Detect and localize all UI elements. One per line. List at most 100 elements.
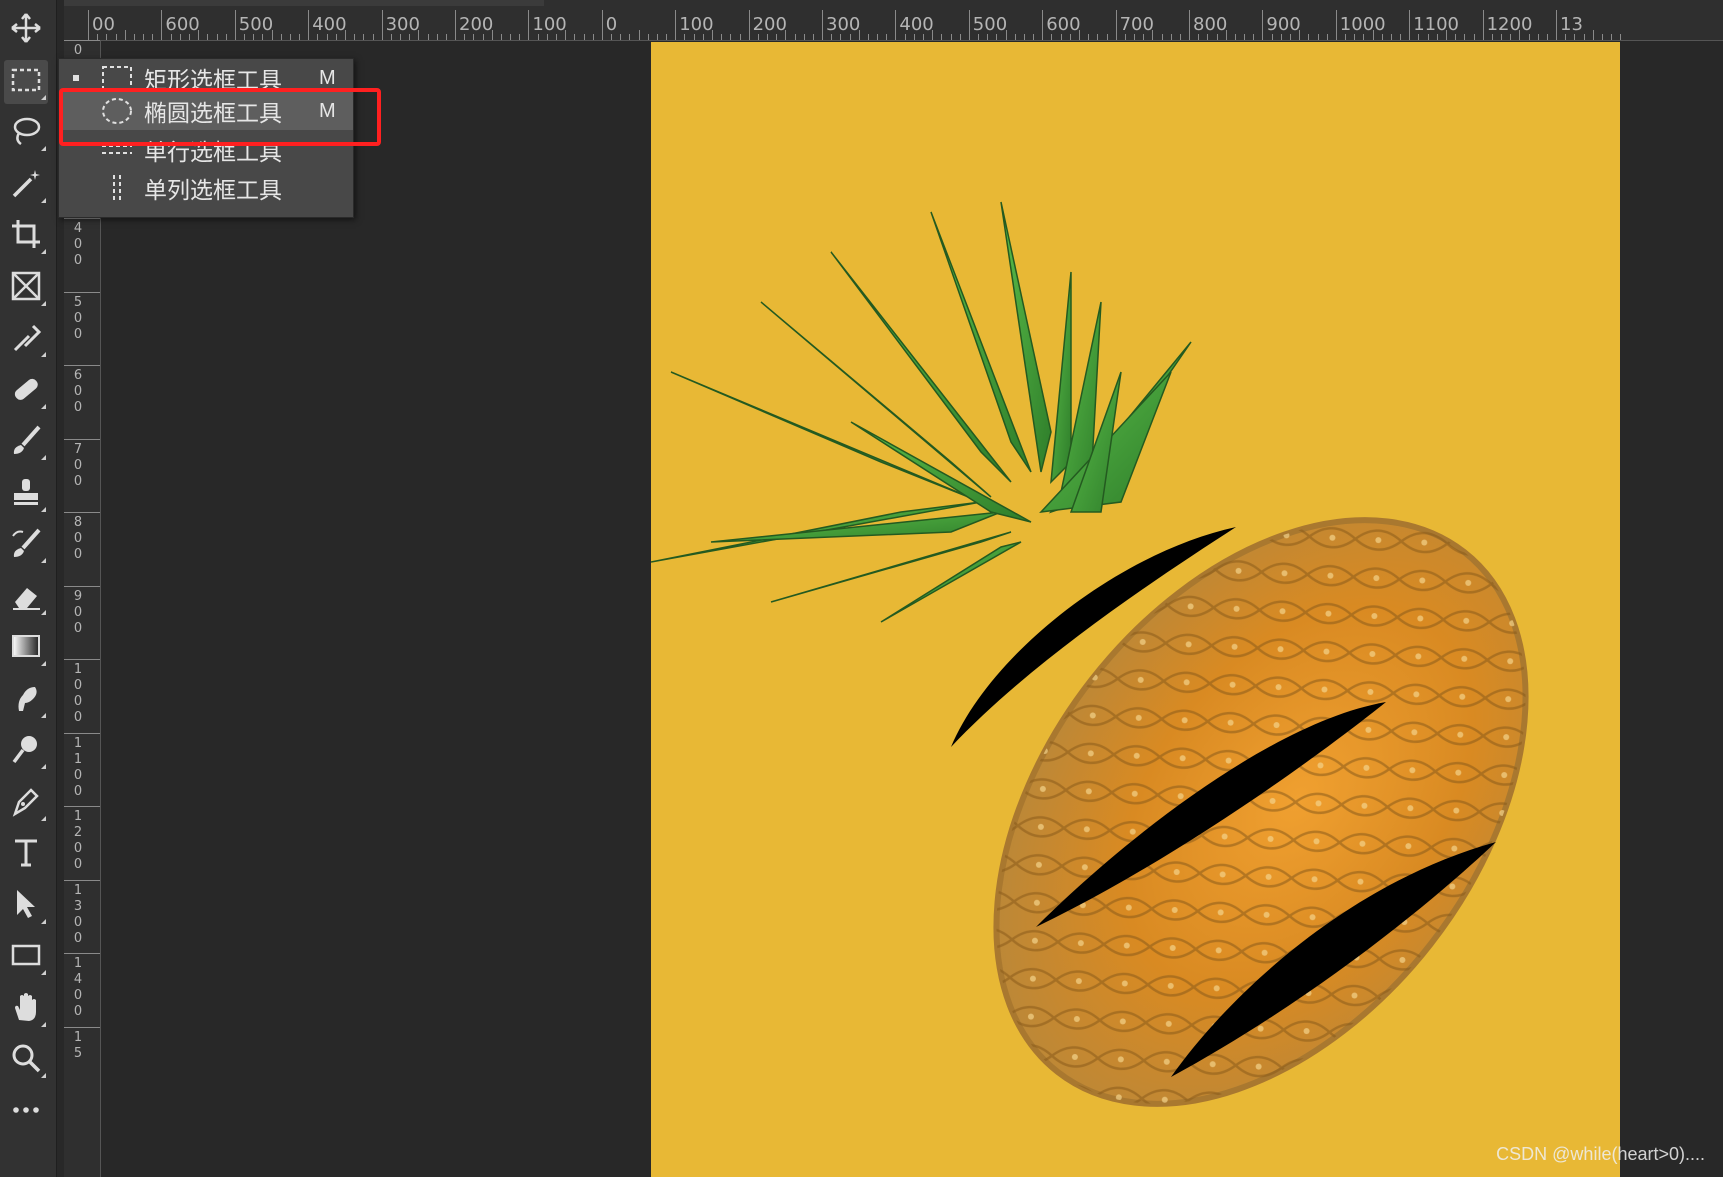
lasso-icon — [9, 114, 43, 152]
ruler-minor-tick — [757, 34, 759, 40]
ruler-tick — [64, 659, 100, 660]
ruler-minor-tick — [1216, 34, 1218, 40]
ruler-minor-tick — [1097, 34, 1099, 40]
ruler-minor-tick — [409, 34, 411, 40]
ruler-minor-tick — [1602, 34, 1603, 40]
brush-tool[interactable] — [4, 420, 48, 464]
ruler-minor-tick — [473, 34, 475, 40]
ruler-minor-tick — [179, 34, 181, 40]
ruler-tick — [64, 512, 100, 513]
ruler-minor-tick — [1244, 34, 1246, 40]
ruler-minor-tick — [1620, 34, 1622, 40]
ruler-minor-tick — [519, 34, 521, 40]
ruler-minor-tick — [666, 34, 668, 40]
eyedropper-tool[interactable] — [4, 317, 48, 361]
ruler-minor-tick — [216, 34, 218, 40]
ruler-minor-tick — [1033, 34, 1035, 40]
ruler-minor-tick — [1473, 34, 1475, 40]
ruler-label: 1200 — [73, 809, 83, 872]
submenu-indicator-icon — [41, 197, 46, 203]
ruler-minor-tick — [317, 34, 319, 40]
ruler-minor-tick — [491, 30, 493, 40]
ruler-minor-tick — [611, 34, 612, 40]
ruler-label: 0 — [605, 14, 618, 35]
ruler-minor-tick — [1400, 34, 1402, 40]
eraser-tool[interactable] — [4, 575, 48, 619]
ruler-minor-tick — [1354, 34, 1356, 40]
ruler-label: 900 — [73, 588, 83, 636]
lasso-tool[interactable] — [4, 111, 48, 155]
ruler-minor-tick — [400, 34, 401, 40]
submenu-indicator-icon — [41, 661, 46, 666]
type-icon — [9, 835, 43, 873]
submenu-indicator-icon — [41, 249, 46, 254]
stamp-icon — [9, 475, 43, 513]
magic-wand-tool[interactable] — [4, 163, 48, 207]
ruler-minor-tick — [106, 34, 108, 40]
ruler-minor-tick — [794, 34, 796, 40]
ruler-label: 200 — [459, 14, 494, 35]
ruler-minor-tick — [693, 34, 695, 40]
ruler-minor-tick — [418, 30, 420, 40]
move-tool[interactable] — [4, 8, 48, 52]
ruler-tick — [234, 10, 236, 40]
ruler-tick — [64, 40, 100, 41]
ruler-minor-tick — [629, 34, 631, 40]
clone-stamp-tool[interactable] — [4, 472, 48, 516]
ruler-minor-tick — [1583, 34, 1585, 40]
ruler-minor-tick — [1391, 34, 1392, 40]
submenu-indicator-icon — [41, 764, 46, 769]
ruler-label: 00 — [92, 14, 115, 35]
ruler-minor-tick — [1611, 34, 1613, 40]
path-selection-tool[interactable] — [4, 884, 48, 928]
hand-tool[interactable] — [4, 987, 48, 1031]
ruler-minor-tick — [868, 34, 869, 40]
gradient-icon — [9, 629, 43, 667]
ruler-minor-tick — [996, 34, 998, 40]
more-tools[interactable] — [4, 1090, 48, 1134]
ruler-minor-tick — [1446, 30, 1447, 40]
ruler-minor-tick — [987, 34, 989, 40]
rectangle-tool[interactable] — [4, 935, 48, 979]
ruler-tick — [675, 10, 677, 40]
ruler-tick — [1115, 10, 1117, 40]
ruler-minor-tick — [501, 34, 502, 40]
gradient-tool[interactable] — [4, 626, 48, 670]
ruler-tick — [64, 438, 100, 440]
ruler-minor-tick — [849, 34, 851, 40]
ruler-tick — [1482, 10, 1484, 40]
ruler-label: 600 — [1046, 14, 1081, 35]
ruler-minor-tick — [354, 34, 356, 40]
pineapple-image — [651, 201, 1529, 1107]
ruler-tick — [88, 10, 89, 40]
smudge-tool[interactable] — [4, 678, 48, 722]
selected-bullet-icon — [73, 75, 79, 81]
healing-brush-tool[interactable] — [4, 369, 48, 413]
ruler-minor-tick — [1024, 34, 1025, 40]
ruler-minor-tick — [1464, 34, 1466, 40]
dodge-tool[interactable] — [4, 729, 48, 773]
ruler-label: 1200 — [1486, 14, 1533, 35]
pen-tool[interactable] — [4, 781, 48, 825]
ruler-minor-tick — [730, 34, 732, 40]
ruler-minor-tick — [620, 34, 622, 40]
zoom-tool[interactable] — [4, 1038, 48, 1082]
type-tool[interactable] — [4, 832, 48, 876]
zoom-icon — [9, 1041, 43, 1079]
ruler-label: 400 — [73, 221, 83, 268]
history-brush-tool[interactable] — [4, 523, 48, 567]
rectangle-icon — [9, 938, 43, 976]
ruler-minor-tick — [647, 34, 649, 40]
horizontal-ruler[interactable]: 00 600 500 400 300 200 100 0 100 200 300 400 500 600 7… — [64, 0, 1723, 41]
marquee-tool[interactable] — [4, 59, 48, 104]
flyout-item-single-column-marquee[interactable]: 单列选框工具 — [59, 169, 353, 207]
ruler-tick — [1409, 10, 1411, 40]
document-canvas[interactable] — [651, 42, 1620, 1177]
crop-tool[interactable] — [4, 214, 48, 258]
frame-tool[interactable] — [4, 266, 48, 310]
ruler-tick — [64, 585, 100, 587]
dodge-icon — [9, 732, 43, 770]
ruler-minor-tick — [1225, 30, 1227, 40]
ruler-minor-tick — [721, 34, 723, 40]
ruler-label: 500 — [238, 14, 274, 35]
